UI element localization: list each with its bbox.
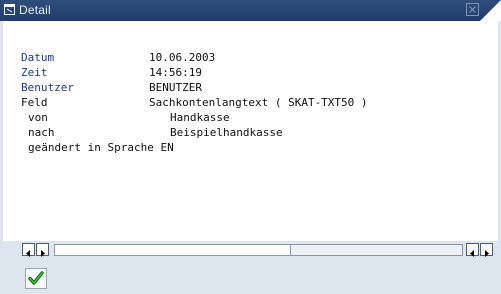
row-zeit: Zeit 14:56:19 xyxy=(21,66,401,80)
scroll-thumb[interactable] xyxy=(55,245,291,255)
value-datum: 10.06.2003 xyxy=(149,51,216,64)
title-corner-decoration xyxy=(480,0,501,21)
label-zeit: Zeit xyxy=(21,66,48,79)
row-sprache: geändert in Sprache EN xyxy=(21,141,401,155)
scroll-right-button[interactable] xyxy=(36,243,49,257)
ok-button[interactable] xyxy=(25,268,47,289)
label-von: von xyxy=(28,111,48,124)
row-datum: Datum 10.06.2003 xyxy=(21,51,401,65)
arrow-left-icon xyxy=(26,250,30,257)
row-feld: Feld Sachkontenlangtext ( SKAT-TXT50 ) xyxy=(21,96,461,110)
scroll-track[interactable] xyxy=(54,244,463,256)
scroll-left-button[interactable] xyxy=(22,243,35,257)
scroll-left-button-end[interactable] xyxy=(466,243,479,257)
arrow-left-icon xyxy=(470,250,474,257)
arrow-right-icon xyxy=(485,250,489,257)
detail-content: Datum 10.06.2003 Zeit 14:56:19 Benutzer … xyxy=(3,21,498,241)
value-nach: Beispielhandkasse xyxy=(170,126,283,139)
label-nach: nach xyxy=(28,126,55,139)
row-benutzer: Benutzer BENUTZER xyxy=(21,81,401,95)
value-feld: Sachkontenlangtext ( SKAT-TXT50 ) xyxy=(149,96,368,109)
label-feld: Feld xyxy=(21,96,48,109)
horizontal-scrollbar[interactable] xyxy=(22,243,501,259)
label-datum: Datum xyxy=(21,51,55,64)
value-zeit: 14:56:19 xyxy=(149,66,202,79)
label-benutzer: Benutzer xyxy=(21,81,74,94)
label-sprache: geändert in Sprache EN xyxy=(28,141,174,154)
close-icon[interactable] xyxy=(466,3,479,16)
row-von: von Handkasse xyxy=(21,111,401,125)
window-icon xyxy=(4,4,15,15)
scroll-right-button-end[interactable] xyxy=(480,243,493,257)
row-nach: nach Beispielhandkasse xyxy=(21,126,401,140)
value-benutzer: BENUTZER xyxy=(149,81,202,94)
window-title: Detail xyxy=(19,3,51,17)
checkmark-icon xyxy=(28,271,44,285)
value-von: Handkasse xyxy=(170,111,230,124)
button-bar xyxy=(0,261,501,294)
detail-window: Detail Datum 10.06.2003 Zeit 14:56:19 Be… xyxy=(0,0,501,294)
arrow-right-icon xyxy=(41,250,45,257)
title-bar: Detail xyxy=(0,0,501,21)
